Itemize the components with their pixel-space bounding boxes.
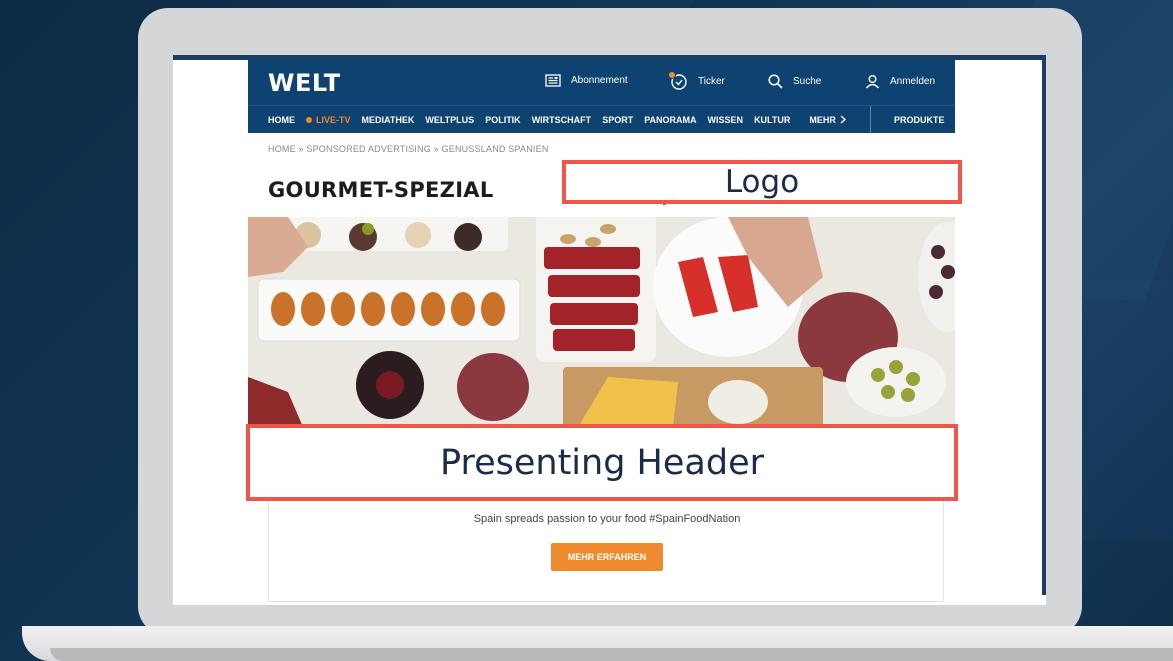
nav-item-mediathek[interactable]: MEDIATHEK <box>362 115 415 125</box>
nav-item-weltplus[interactable]: WELTPLUS <box>425 115 474 125</box>
laptop-screen: WELT Abonnement Ticker Suche Anmelden HO… <box>173 55 1046 605</box>
mehr-erfahren-button[interactable]: MEHR ERFAHREN <box>551 543 663 571</box>
nav-item-live-tv[interactable]: LIVE-TV <box>306 115 351 125</box>
breadcrumb: HOME » SPONSORED ADVERTISING » GENUSSLAN… <box>268 144 549 154</box>
page-title: GOURMET-SPEZIAL <box>268 178 494 202</box>
food-hero-image <box>248 217 955 427</box>
live-indicator-icon <box>306 116 312 123</box>
nav-item-politik[interactable]: POLITIK <box>485 115 521 125</box>
search-label: Suche <box>793 76 822 87</box>
chevron-right-icon <box>840 115 846 124</box>
website: WELT Abonnement Ticker Suche Anmelden HO… <box>248 60 955 605</box>
site-header: WELT Abonnement Ticker Suche Anmelden <box>248 60 955 105</box>
nav-item-kultur[interactable]: KULTUR <box>754 115 790 125</box>
laptop-base-edge <box>50 648 1173 661</box>
nav-item-panorama[interactable]: PANORAMA <box>644 115 696 125</box>
nav-divider <box>870 106 871 133</box>
subscription-link[interactable]: Abonnement <box>545 74 628 87</box>
login-label: Anmelden <box>890 76 936 87</box>
logo-annotation-label: Logo <box>562 160 962 204</box>
main-navigation: HOME LIVE-TV MEDIATHEK WELTPLUS POLITIK … <box>248 105 955 133</box>
search-icon <box>768 74 783 89</box>
presenting-header-annotation-label: Presenting Header <box>246 424 958 501</box>
search-link[interactable]: Suche <box>768 74 821 89</box>
nav-item-wirtschaft[interactable]: WIRTSCHAFT <box>532 115 592 125</box>
welt-logo[interactable]: WELT <box>268 69 341 97</box>
ticker-icon <box>668 71 688 91</box>
user-icon <box>865 75 880 89</box>
login-link[interactable]: Anmelden <box>865 74 935 89</box>
notification-dot <box>668 71 676 79</box>
screen-bezel-line <box>1042 55 1046 595</box>
nav-item-more[interactable]: MEHR <box>809 115 846 125</box>
nav-item-label: LIVE-TV <box>316 114 351 125</box>
subscription-label: Abonnement <box>571 75 628 86</box>
nav-item-wissen[interactable]: WISSEN <box>708 115 744 125</box>
ticker-label: Ticker <box>698 75 725 87</box>
newspaper-icon <box>545 74 561 87</box>
ticker-link[interactable]: Ticker <box>668 71 725 91</box>
tagline: Spain spreads passion to your food #Spai… <box>473 513 741 525</box>
nav-item-sport[interactable]: SPORT <box>602 115 633 125</box>
nav-item-products[interactable]: PRODUKTE <box>894 115 945 125</box>
nav-more-label: MEHR <box>809 114 836 125</box>
promo-box: Spain spreads passion to your food #Spai… <box>268 492 944 602</box>
nav-item-home[interactable]: HOME <box>268 115 295 125</box>
